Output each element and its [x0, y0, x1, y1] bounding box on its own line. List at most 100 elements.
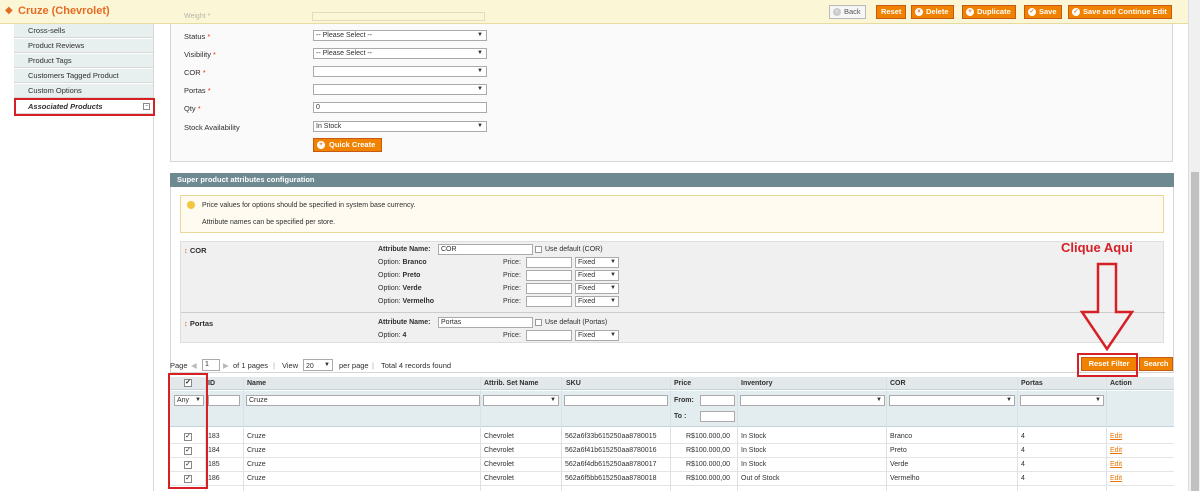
status-select[interactable]: -- Please Select -- ▼: [313, 30, 487, 41]
filter-id-input[interactable]: [208, 395, 240, 406]
total-records: Total 4 records found: [381, 361, 452, 370]
edit-link[interactable]: Edit: [1110, 475, 1122, 482]
sidebar-item-product-tags[interactable]: Product Tags: [14, 54, 154, 68]
sidebar-item-custom-options[interactable]: Custom Options: [14, 84, 154, 98]
cor-select[interactable]: ▼: [313, 66, 487, 77]
sidebar-item-product-reviews[interactable]: Product Reviews: [14, 39, 154, 53]
cell-name: Cruze: [247, 461, 266, 468]
table-row[interactable]: ✓ 185 Cruze Chevrolet 562a6f4db615250aa8…: [170, 458, 1174, 472]
filter-inventory-select[interactable]: ▼: [740, 395, 885, 406]
filter-sku-input[interactable]: [564, 395, 668, 406]
column-name[interactable]: Name: [247, 380, 266, 387]
option-label: Option: Branco: [378, 259, 427, 266]
reset-button[interactable]: Reset: [876, 5, 907, 19]
per-page-select[interactable]: 20 ▼: [303, 359, 333, 371]
price-type-select[interactable]: Fixed ▼: [575, 330, 619, 341]
filter-price-from-input[interactable]: [700, 395, 735, 406]
price-input[interactable]: [526, 296, 572, 307]
portas-label: Portas *: [184, 86, 211, 95]
edit-link[interactable]: Edit: [1110, 461, 1122, 468]
cell-portas: 4: [1021, 447, 1025, 454]
column-attrib-set[interactable]: Attrib. Set Name: [484, 380, 538, 387]
back-button[interactable]: ‹ Back: [829, 5, 866, 19]
page-title: Cruze (Chevrolet): [18, 5, 110, 17]
use-default-checkbox[interactable]: [535, 319, 542, 326]
search-button[interactable]: Search: [1139, 357, 1173, 371]
table-row[interactable]: ✓ 186 Cruze Chevrolet 562a6f5bb615250aa8…: [170, 472, 1174, 486]
page-input[interactable]: 1: [202, 359, 220, 371]
filter-price-from-label: From:: [674, 397, 694, 404]
table-row[interactable]: ✓ 183 Cruze Chevrolet 562a6f33b615250aa8…: [170, 430, 1174, 444]
attribute-divider: [181, 312, 1165, 313]
next-page-icon[interactable]: ▶: [223, 361, 229, 370]
price-type-select[interactable]: Fixed ▼: [575, 257, 619, 268]
scrollbar-thumb[interactable]: [1191, 172, 1199, 491]
price-input[interactable]: [526, 270, 572, 281]
visibility-label: Visibility *: [184, 50, 216, 59]
dropdown-arrow-icon: ▼: [610, 285, 616, 291]
cell-portas: 4: [1021, 461, 1025, 468]
qty-input[interactable]: 0: [313, 102, 487, 113]
cell-cor: Preto: [890, 447, 907, 454]
attribute-name-input[interactable]: Portas: [438, 317, 533, 328]
edit-link[interactable]: Edit: [1110, 433, 1122, 440]
save-button[interactable]: ✓ Save: [1024, 5, 1062, 19]
use-default-checkbox[interactable]: [535, 246, 542, 253]
sidebar-item-cross-sells[interactable]: Cross-sells: [14, 24, 154, 38]
column-id[interactable]: ID: [208, 380, 215, 387]
column-portas[interactable]: Portas: [1021, 380, 1043, 387]
save-continue-icon: ✓: [1072, 8, 1080, 16]
cell-cor: Branco: [890, 433, 913, 440]
duplicate-button[interactable]: + Duplicate: [962, 5, 1016, 19]
price-input[interactable]: [526, 330, 572, 341]
column-price[interactable]: Price: [674, 380, 691, 387]
portas-select[interactable]: ▼: [313, 84, 487, 95]
column-divider: [670, 377, 671, 491]
column-sku[interactable]: SKU: [566, 380, 581, 387]
edit-link[interactable]: Edit: [1110, 447, 1122, 454]
visibility-select[interactable]: -- Please Select -- ▼: [313, 48, 487, 59]
cell-price: R$100.000,00: [686, 461, 730, 468]
sidebar: Cross-sells Product Reviews Product Tags…: [0, 24, 157, 491]
attribute-cor[interactable]: ↕ COR: [184, 246, 207, 255]
status-label: Status *: [184, 32, 211, 41]
dropdown-arrow-icon: ▼: [324, 362, 330, 368]
column-divider: [886, 377, 887, 491]
dropdown-arrow-icon: ▼: [610, 259, 616, 265]
price-type-select[interactable]: Fixed ▼: [575, 283, 619, 294]
price-input[interactable]: [526, 257, 572, 268]
stock-availability-select[interactable]: In Stock ▼: [313, 121, 487, 132]
prev-page-icon[interactable]: ◀: [191, 361, 197, 370]
attribute-portas[interactable]: ↕ Portas: [184, 319, 213, 328]
cell-sku: 562a6f33b615250aa8780015: [565, 433, 657, 440]
sidebar-item-customers-tagged[interactable]: Customers Tagged Product: [14, 69, 154, 83]
view-label: View: [282, 361, 299, 370]
filter-price-to-input[interactable]: [700, 411, 735, 422]
page-label: Page: [170, 361, 188, 370]
cell-sku: 562a6f4db615250aa8780017: [565, 461, 657, 468]
filter-portas-select[interactable]: ▼: [1020, 395, 1104, 406]
dropdown-arrow-icon: ▼: [477, 123, 483, 129]
filter-cor-select[interactable]: ▼: [889, 395, 1015, 406]
column-inventory[interactable]: Inventory: [741, 380, 773, 387]
price-input[interactable]: [526, 283, 572, 294]
price-type-select[interactable]: Fixed ▼: [575, 270, 619, 281]
quick-create-button[interactable]: + Quick Create: [313, 138, 383, 152]
attribute-name-input[interactable]: COR: [438, 244, 533, 255]
highlight-associated-products: [14, 98, 155, 116]
weight-input[interactable]: [312, 12, 485, 21]
attributes-box: ↕ COR Attribute Name: COR Use default (C…: [180, 241, 1165, 343]
column-cor[interactable]: COR: [890, 380, 906, 387]
table-row[interactable]: ✓ 184 Cruze Chevrolet 562a6f41b615250aa8…: [170, 444, 1174, 458]
filter-attrib-set-select[interactable]: ▼: [483, 395, 559, 406]
product-icon: ◆: [5, 5, 13, 16]
super-attributes-body: Price values for options should be speci…: [170, 187, 1174, 373]
delete-button[interactable]: × Delete: [911, 5, 954, 19]
save-and-continue-button[interactable]: ✓ Save and Continue Edit: [1068, 5, 1172, 19]
vertical-scrollbar[interactable]: [1188, 0, 1200, 491]
grid-header: ✓ ID Name Attrib. Set Name SKU Price Inv…: [170, 377, 1174, 390]
attribute-name-label: Attribute Name:: [378, 319, 431, 326]
filter-name-input[interactable]: Cruze: [246, 395, 480, 406]
super-attributes-header: Super product attributes configuration: [170, 173, 1174, 187]
price-type-select[interactable]: Fixed ▼: [575, 296, 619, 307]
